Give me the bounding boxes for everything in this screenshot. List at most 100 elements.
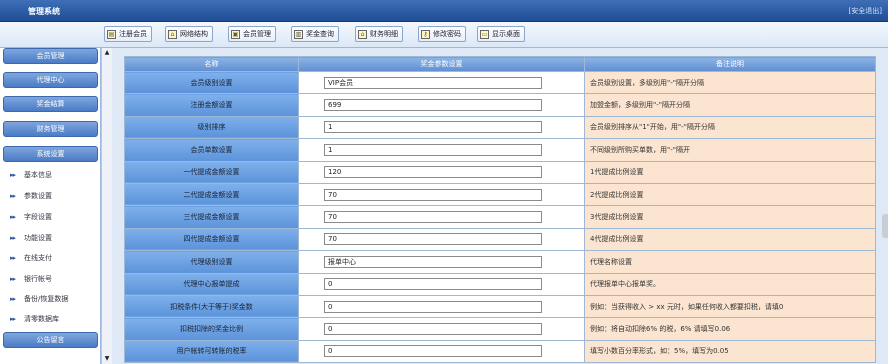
table-row: 二代提成金额设置 70 2代提成比例设置: [124, 182, 876, 207]
main-content: 名称 奖金参数设置 备注说明 会员级别设置 VIP会员 会员级别设置，多级别用"-"…: [112, 48, 888, 364]
sidebar-item-functions[interactable]: ▸▸ 功能设置: [10, 232, 52, 244]
menu-finance-management[interactable]: 财务管理: [3, 121, 98, 137]
table-row: 用户帐转可转账的税率 0 填写小数百分率形式，如：5%，填写为0.05: [124, 339, 876, 364]
table-header-row: 名称 奖金参数设置 备注说明: [124, 56, 876, 72]
toolbar: ▤ 注册会员 ⌂ 网络结构 ▣ 会员管理 ▥ 奖金查询 ⌂ 财务明细 ⚷ 修改密码 ▭ 显示桌…: [0, 22, 888, 48]
row-label: 代理级别设置: [124, 250, 299, 274]
menu-bonus-settlement[interactable]: 奖金结算: [3, 96, 98, 112]
row-note: 代理名称设置: [584, 250, 876, 274]
scroll-up-icon[interactable]: ▲: [103, 49, 111, 57]
row-label: 注册金额设置: [124, 93, 299, 117]
setting-input[interactable]: 1: [324, 143, 542, 156]
sidebar-item-bank-account[interactable]: ▸▸ 银行帐号: [10, 273, 52, 285]
sidebar-item-online-payment[interactable]: ▸▸ 在线支付: [10, 252, 52, 264]
desktop-icon: ▭: [480, 29, 489, 39]
double-arrow-icon: ▸▸: [10, 295, 16, 303]
row-label: 二代提成金额设置: [124, 182, 299, 207]
row-label: 会员单数设置: [124, 138, 299, 162]
setting-input[interactable]: 70: [324, 233, 542, 246]
row-label: 三代提成金额设置: [124, 205, 299, 229]
table-row: 代理级别设置 报单中心 代理名称设置: [124, 250, 876, 274]
setting-input[interactable]: 0: [324, 300, 542, 313]
menu-system-settings[interactable]: 系统设置: [3, 146, 98, 162]
setting-input[interactable]: VIP会员: [324, 76, 542, 89]
row-note: 4代提成比例设置: [584, 227, 876, 252]
finance-detail-button[interactable]: ⌂ 财务明细: [355, 26, 403, 42]
row-note: 会员级别排序从"1"开始，用"-"隔开分隔: [584, 115, 876, 140]
double-arrow-icon: ▸▸: [10, 234, 16, 242]
row-note: 加盟金额，多级别用"-"隔开分隔: [584, 93, 876, 117]
double-arrow-icon: ▸▸: [10, 315, 16, 323]
setting-input[interactable]: 报单中心: [324, 255, 542, 268]
double-arrow-icon: ▸▸: [10, 275, 16, 283]
row-label: 代理中心报单提成: [124, 272, 299, 296]
sidebar-item-fields[interactable]: ▸▸ 字段设置: [10, 211, 52, 223]
sidebar: 会员管理 代理中心 奖金结算 财务管理 系统设置 ▸▸ 基本信息 ▸▸ 参数设置 ▸…: [0, 48, 101, 364]
double-arrow-icon: ▸▸: [10, 213, 16, 221]
menu-announcements[interactable]: 公告留言: [3, 332, 98, 348]
bonus-query-button[interactable]: ▥ 奖金查询: [291, 26, 339, 42]
setting-input[interactable]: 699: [324, 99, 542, 112]
logout-link[interactable]: [安全退出]: [849, 6, 882, 16]
row-label: 四代提成金额设置: [124, 227, 299, 252]
table-row: 扣税扣除的奖金比例 0 例如：将自动扣除6% 的税，6% 请填写0.06: [124, 317, 876, 341]
row-label: 一代提成金额设置: [124, 160, 299, 184]
row-label: 用户帐转可转账的税率: [124, 339, 299, 364]
row-label: 级别排序: [124, 115, 299, 140]
setting-input[interactable]: 70: [324, 211, 542, 224]
setting-input[interactable]: 70: [324, 188, 542, 201]
row-note: 填写小数百分率形式，如：5%，填写为0.05: [584, 339, 876, 364]
table-row: 级别排序 1 会员级别排序从"1"开始，用"-"隔开分隔: [124, 115, 876, 140]
member-icon: ▣: [231, 29, 240, 39]
register-icon: ▤: [107, 29, 116, 39]
sidebar-item-basic-info[interactable]: ▸▸ 基本信息: [10, 169, 52, 181]
finance-icon: ⌂: [358, 29, 367, 39]
row-note: 会员级别设置，多级别用"-"隔开分隔: [584, 70, 876, 95]
double-arrow-icon: ▸▸: [10, 254, 16, 262]
table-row: 四代提成金额设置 70 4代提成比例设置: [124, 227, 876, 252]
row-label: 扣税扣除的奖金比例: [124, 317, 299, 341]
row-note: 不同级别所购买单数，用"-"隔开: [584, 138, 876, 162]
row-note: 2代提成比例设置: [584, 182, 876, 207]
show-desktop-button[interactable]: ▭ 显示桌面: [477, 26, 525, 42]
network-structure-button[interactable]: ⌂ 网络结构: [165, 26, 213, 42]
row-label: 扣税条件(大于等于)奖金数: [124, 294, 299, 319]
sidebar-scrollbar[interactable]: ▲ ▼: [101, 48, 112, 364]
network-icon: ⌂: [168, 29, 177, 39]
menu-agent-center[interactable]: 代理中心: [3, 72, 98, 88]
row-note: 例如：当获得收入 > xx 元时，如果任何收入都要扣税，请填0: [584, 294, 876, 319]
table-row: 会员单数设置 1 不同级别所购买单数，用"-"隔开: [124, 138, 876, 162]
setting-input[interactable]: 1: [324, 121, 542, 134]
row-note: 1代提成比例设置: [584, 160, 876, 184]
app-title: 管理系统: [28, 7, 60, 16]
double-arrow-icon: ▸▸: [10, 171, 16, 179]
window-edge-handle: [882, 214, 888, 238]
table-row: 注册金额设置 699 加盟金额，多级别用"-"隔开分隔: [124, 93, 876, 117]
register-member-button[interactable]: ▤ 注册会员: [104, 26, 152, 42]
bonus-query-icon: ▥: [294, 29, 303, 39]
sidebar-item-clear-database[interactable]: ▸▸ 清零数据库: [10, 313, 59, 325]
menu-member-management[interactable]: 会员管理: [3, 48, 98, 64]
table-row: 扣税条件(大于等于)奖金数 0 例如：当获得收入 > xx 元时，如果任何收入都要扣…: [124, 294, 876, 319]
table-row: 一代提成金额设置 120 1代提成比例设置: [124, 160, 876, 184]
column-header-name: 名称: [124, 56, 299, 72]
member-management-button[interactable]: ▣ 会员管理: [228, 26, 276, 42]
title-bar: 管理系统 [安全退出]: [0, 0, 888, 22]
setting-input[interactable]: 0: [324, 278, 542, 291]
setting-input[interactable]: 0: [324, 345, 542, 358]
setting-input[interactable]: 120: [324, 166, 542, 179]
sidebar-item-parameters[interactable]: ▸▸ 参数设置: [10, 190, 52, 202]
scroll-down-icon[interactable]: ▼: [103, 355, 111, 363]
table-row: 会员级别设置 VIP会员 会员级别设置，多级别用"-"隔开分隔: [124, 70, 876, 95]
sidebar-item-backup-restore[interactable]: ▸▸ 备份/恢复数据: [10, 293, 68, 305]
table-row: 三代提成金额设置 70 3代提成比例设置: [124, 205, 876, 229]
table-row: 代理中心报单提成 0 代理报单中心报单奖。: [124, 272, 876, 296]
row-note: 例如：将自动扣除6% 的税，6% 请填写0.06: [584, 317, 876, 341]
setting-input[interactable]: 0: [324, 322, 542, 335]
row-note: 代理报单中心报单奖。: [584, 272, 876, 296]
column-header-note: 备注说明: [584, 56, 876, 72]
row-label: 会员级别设置: [124, 70, 299, 95]
double-arrow-icon: ▸▸: [10, 192, 16, 200]
column-header-value: 奖金参数设置: [298, 56, 585, 72]
change-password-button[interactable]: ⚷ 修改密码: [418, 26, 466, 42]
